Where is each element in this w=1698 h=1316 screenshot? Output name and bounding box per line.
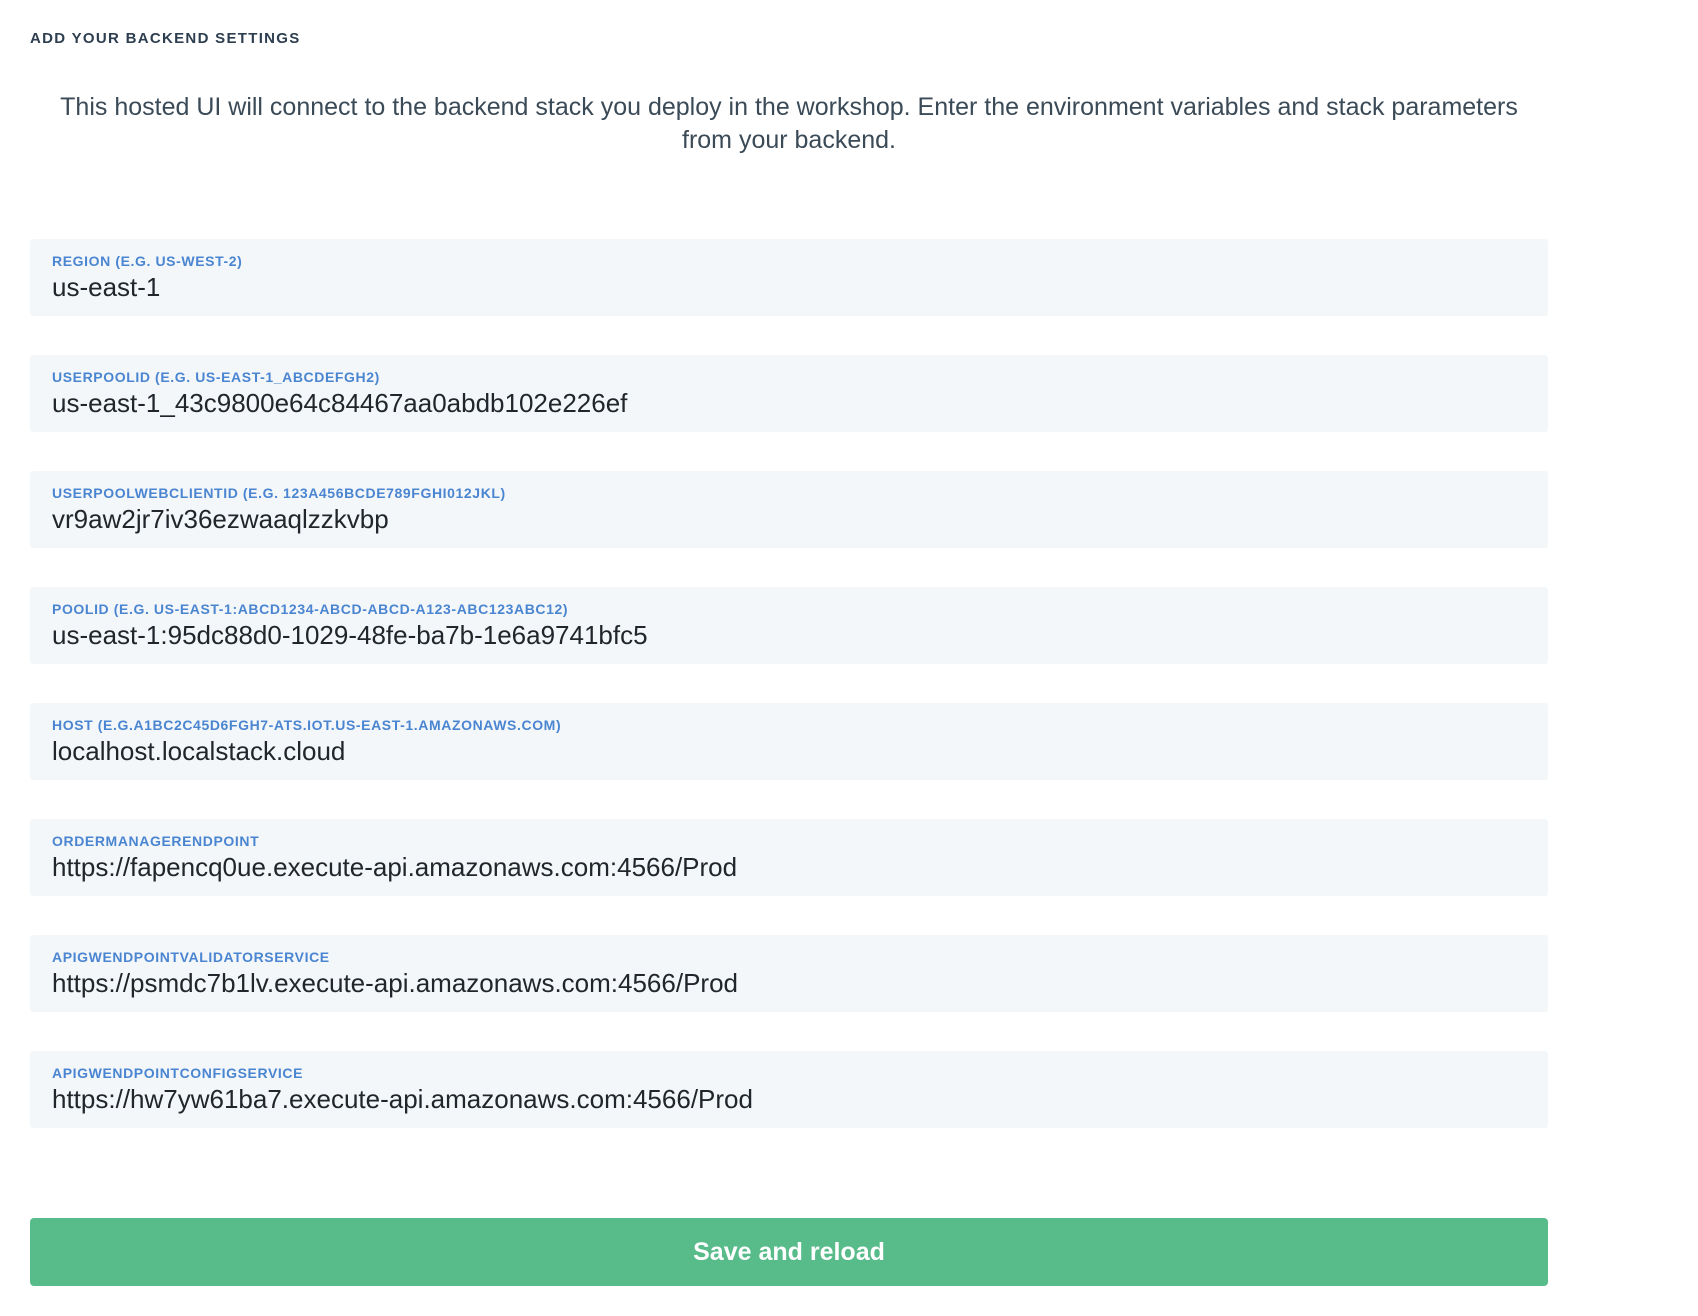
host-field-label: HOST (E.G.A1BC2C45D6FGH7-ATS.IOT.US-EAST… bbox=[52, 717, 1526, 733]
host-input[interactable] bbox=[52, 736, 1526, 767]
ordermanagerendpoint-input[interactable] bbox=[52, 852, 1526, 883]
userpoolid-field-label: USERPOOLID (E.G. US-EAST-1_ABCDEFGH2) bbox=[52, 369, 1526, 385]
ordermanagerendpoint-field-label: ORDERMANAGERENDPOINT bbox=[52, 833, 1526, 849]
apigwendpointvalidatorservice-field-label: APIGWENDPOINTVALIDATORSERVICE bbox=[52, 949, 1526, 965]
apigwendpointvalidatorservice-input[interactable] bbox=[52, 968, 1526, 999]
save-and-reload-button[interactable]: Save and reload bbox=[30, 1218, 1548, 1286]
poolid-input[interactable] bbox=[52, 620, 1526, 651]
host-field[interactable]: HOST (E.G.A1BC2C45D6FGH7-ATS.IOT.US-EAST… bbox=[30, 703, 1548, 780]
apigwendpointconfigservice-field[interactable]: APIGWENDPOINTCONFIGSERVICE bbox=[30, 1051, 1548, 1128]
poolid-field-label: POOLID (E.G. US-EAST-1:ABCD1234-ABCD-ABC… bbox=[52, 601, 1526, 617]
page-subtitle: This hosted UI will connect to the backe… bbox=[44, 91, 1534, 157]
backend-settings-page: ADD YOUR BACKEND SETTINGS This hosted UI… bbox=[0, 0, 1698, 1316]
apigwendpointconfigservice-field-label: APIGWENDPOINTCONFIGSERVICE bbox=[52, 1065, 1526, 1081]
region-input[interactable] bbox=[52, 272, 1526, 303]
region-field[interactable]: REGION (E.G. US-WEST-2) bbox=[30, 239, 1548, 316]
settings-form: REGION (E.G. US-WEST-2) USERPOOLID (E.G.… bbox=[30, 239, 1548, 1128]
userpoolwebclientid-input[interactable] bbox=[52, 504, 1526, 535]
userpoolid-input[interactable] bbox=[52, 388, 1526, 419]
poolid-field[interactable]: POOLID (E.G. US-EAST-1:ABCD1234-ABCD-ABC… bbox=[30, 587, 1548, 664]
page-title: ADD YOUR BACKEND SETTINGS bbox=[30, 30, 1548, 47]
userpoolid-field[interactable]: USERPOOLID (E.G. US-EAST-1_ABCDEFGH2) bbox=[30, 355, 1548, 432]
userpoolwebclientid-field-label: USERPOOLWEBCLIENTID (E.G. 123A456BCDE789… bbox=[52, 485, 1526, 501]
ordermanagerendpoint-field[interactable]: ORDERMANAGERENDPOINT bbox=[30, 819, 1548, 896]
userpoolwebclientid-field[interactable]: USERPOOLWEBCLIENTID (E.G. 123A456BCDE789… bbox=[30, 471, 1548, 548]
region-field-label: REGION (E.G. US-WEST-2) bbox=[52, 253, 1526, 269]
apigwendpointvalidatorservice-field[interactable]: APIGWENDPOINTVALIDATORSERVICE bbox=[30, 935, 1548, 1012]
apigwendpointconfigservice-input[interactable] bbox=[52, 1084, 1526, 1115]
